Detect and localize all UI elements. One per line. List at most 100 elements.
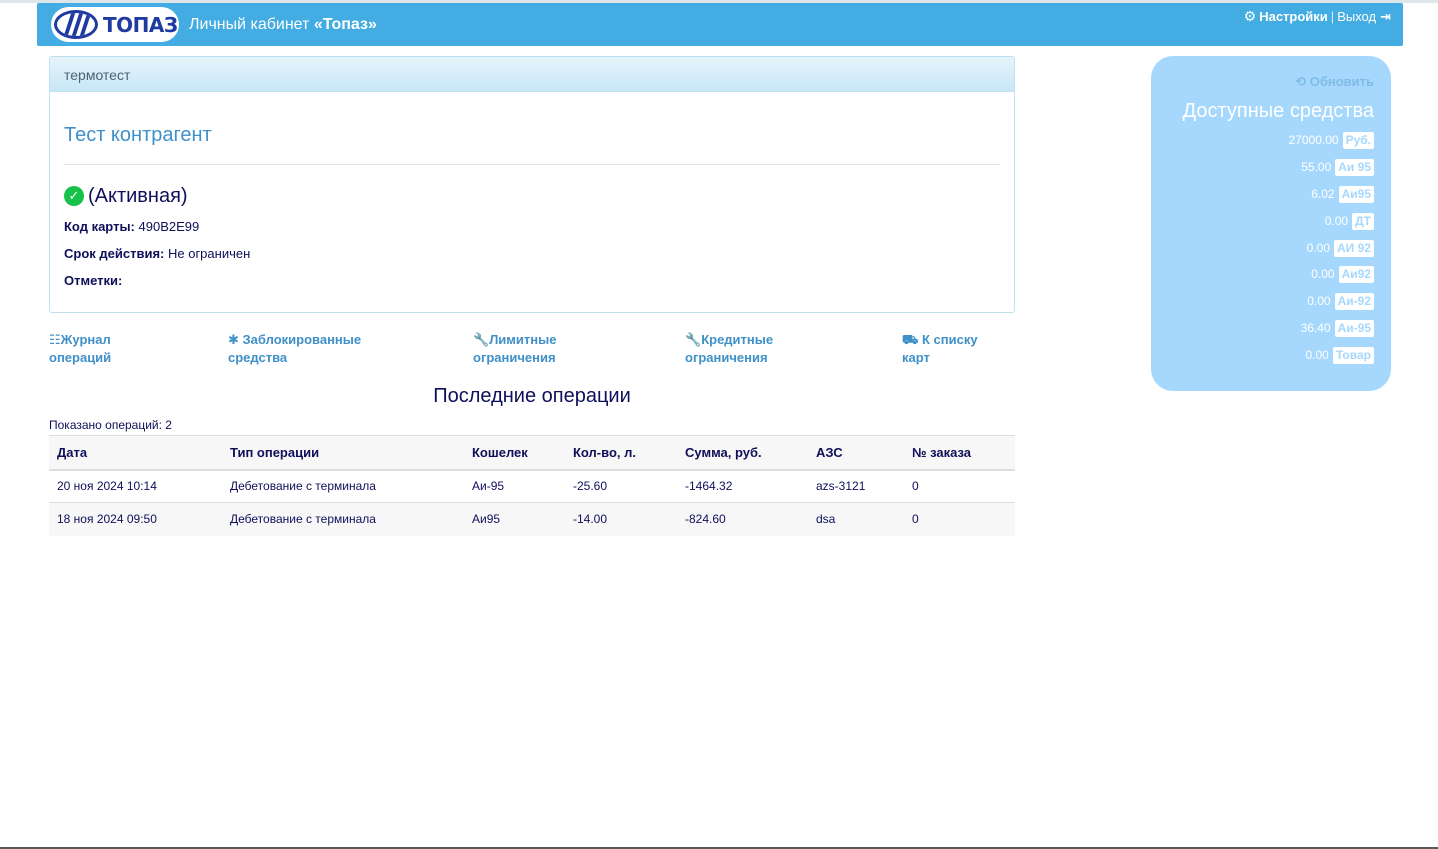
card-group-name: термотест xyxy=(50,57,1014,92)
notes-field: Отметки: xyxy=(64,273,122,288)
fund-amount: 0.00 xyxy=(1307,294,1331,308)
table-cell: Дебетование с терминала xyxy=(222,502,464,536)
logout-icon: ⇥ xyxy=(1380,9,1391,24)
fund-label: Аи-92 xyxy=(1334,293,1374,310)
refresh-label: Обновить xyxy=(1309,74,1374,89)
credit-restrictions-label-2: ограничения xyxy=(685,350,768,365)
list-icon: ☷ xyxy=(49,332,61,347)
wrench-icon: 🔧 xyxy=(685,332,702,347)
funds-title: Доступные средства xyxy=(1182,100,1374,122)
table-cell: -1464.32 xyxy=(677,469,808,503)
column-header: Сумма, руб. xyxy=(677,435,808,471)
credit-restrictions-link[interactable]: 🔧Кредитные ограничения xyxy=(685,331,773,367)
brand-prefix: Личный кабинет xyxy=(189,16,314,33)
card-list-link[interactable]: ⛟ К списку карт xyxy=(902,331,978,367)
credit-restrictions-label: Кредитные xyxy=(701,332,774,347)
validity-field: Срок действия: Не ограничен xyxy=(64,246,250,261)
blocked-funds-link[interactable]: ✱ Заблокированные средства xyxy=(228,331,361,367)
check-circle-icon: ✓ xyxy=(64,186,84,206)
fund-item: 55.00 Аи 95 xyxy=(1301,159,1374,176)
column-header: АЗС xyxy=(808,435,904,471)
fund-amount: 36.40 xyxy=(1300,321,1331,335)
brand-title: Личный кабинет «Топаз» xyxy=(189,16,377,34)
fund-amount: 0.00 xyxy=(1305,348,1329,362)
column-header: Кол-во, л. xyxy=(565,435,677,471)
fund-item: 36.40 Аи-95 xyxy=(1301,320,1374,337)
card-code-label: Код карты: xyxy=(64,219,135,234)
limit-restrictions-link[interactable]: 🔧Лимитные ограничения xyxy=(473,331,556,367)
logout-label: Выход xyxy=(1337,9,1377,24)
logo-emblem-icon xyxy=(54,10,98,39)
fund-label: Товар xyxy=(1332,347,1374,364)
fund-amount: 27000.00 xyxy=(1288,133,1339,147)
card-panel: термотест Тест контрагент ✓ (Активная) Ко… xyxy=(49,56,1015,313)
table-cell: Аи-95 xyxy=(464,469,565,503)
operations-count: Показано операций: 2 xyxy=(49,418,172,432)
table-cell: -824.60 xyxy=(677,502,808,536)
settings-label: Настройки xyxy=(1259,9,1328,24)
card-code-value: 490B2E99 xyxy=(138,219,200,234)
table-row[interactable]: 18 ноя 2024 09:50 Дебетование с терминал… xyxy=(49,502,1015,536)
operations-table: Дата Тип операции Кошелек Кол-во, л. Сум… xyxy=(49,435,1015,536)
table-cell: azs-3121 xyxy=(808,469,904,503)
validity-value: Не ограничен xyxy=(167,246,251,261)
card-code-field: Код карты: 490B2E99 xyxy=(64,219,199,234)
gear-icon: ⚙ xyxy=(1243,8,1257,24)
fund-label: Аи92 xyxy=(1338,266,1374,283)
fund-label: Руб. xyxy=(1342,132,1374,149)
fund-item: 0.00 АИ 92 xyxy=(1307,240,1374,257)
contractor-name: Тест контрагент xyxy=(64,124,212,146)
fund-item: 0.00 Товар xyxy=(1305,347,1374,364)
menu-separator: | xyxy=(1330,9,1335,24)
brand-name: «Топаз» xyxy=(313,16,377,33)
fund-label: Аи-95 xyxy=(1334,320,1374,337)
status-text: (Активная) xyxy=(88,185,188,207)
logout-link[interactable]: Выход ⇥ xyxy=(1337,9,1391,24)
fund-label: АИ 92 xyxy=(1334,240,1374,257)
fund-amount: 0.00 xyxy=(1311,267,1335,281)
table-cell: Дебетование с терминала xyxy=(222,469,464,503)
notes-label: Отметки: xyxy=(64,273,123,288)
limit-restrictions-label-2: ограничения xyxy=(473,350,556,365)
truck-icon: ⛟ xyxy=(902,332,919,347)
table-cell: 0 xyxy=(904,502,1015,536)
column-header: Кошелек xyxy=(464,435,565,471)
divider xyxy=(64,164,1000,165)
operations-log-label-2: операций xyxy=(49,350,112,365)
asterisk-icon: ✱ xyxy=(228,332,239,347)
card-list-label-2: карт xyxy=(902,350,930,365)
fund-item: 0.00 ДТ xyxy=(1325,213,1374,230)
fund-label: Аи95 xyxy=(1338,186,1374,203)
logo-text: ТОПАЗ xyxy=(103,13,178,37)
table-row[interactable]: 20 ноя 2024 10:14 Дебетование с терминал… xyxy=(49,469,1015,503)
table-cell: -25.60 xyxy=(565,469,677,503)
refresh-button[interactable]: ⟲ Обновить xyxy=(1295,74,1374,90)
operations-log-link[interactable]: ☷Журнал операций xyxy=(49,331,111,367)
fund-item: 0.00 Аи92 xyxy=(1311,266,1374,283)
column-header: Дата xyxy=(49,435,222,471)
available-funds-panel: ⟲ Обновить Доступные средства 27000.00 Ру… xyxy=(1151,56,1391,391)
column-header: № заказа xyxy=(904,435,1015,471)
card-status: ✓ (Активная) xyxy=(64,185,188,208)
table-cell: 18 ноя 2024 09:50 xyxy=(49,502,222,536)
fund-item: 27000.00 Руб. xyxy=(1288,132,1374,149)
blocked-funds-label-2: средства xyxy=(228,350,288,365)
card-list-label: К списку xyxy=(921,332,978,347)
table-cell: -14.00 xyxy=(565,502,677,536)
fund-amount: 55.00 xyxy=(1301,160,1332,174)
table-cell: 0 xyxy=(904,469,1015,503)
blocked-funds-label: Заблокированные xyxy=(242,332,362,347)
operations-log-label: Журнал xyxy=(60,332,111,347)
navbar: ТОПАЗ Личный кабинет «Топаз» ⚙ Настройки |… xyxy=(37,3,1403,46)
fund-amount: 0.00 xyxy=(1306,241,1331,255)
fund-item: 6.02 Аи95 xyxy=(1311,186,1374,203)
fund-amount: 6.02 xyxy=(1311,187,1335,201)
table-cell: Аи95 xyxy=(464,502,565,536)
fund-label: ДТ xyxy=(1352,213,1374,230)
wrench-icon: 🔧 xyxy=(473,332,490,347)
settings-link[interactable]: ⚙ Настройки xyxy=(1243,8,1328,24)
operations-title: Последние операции xyxy=(433,385,631,407)
table-header-row: Дата Тип операции Кошелек Кол-во, л. Сум… xyxy=(49,435,1015,471)
card-actions: ☷Журнал операций ✱ Заблокированные средс… xyxy=(49,331,1015,371)
topaz-logo[interactable]: ТОПАЗ xyxy=(51,7,179,42)
